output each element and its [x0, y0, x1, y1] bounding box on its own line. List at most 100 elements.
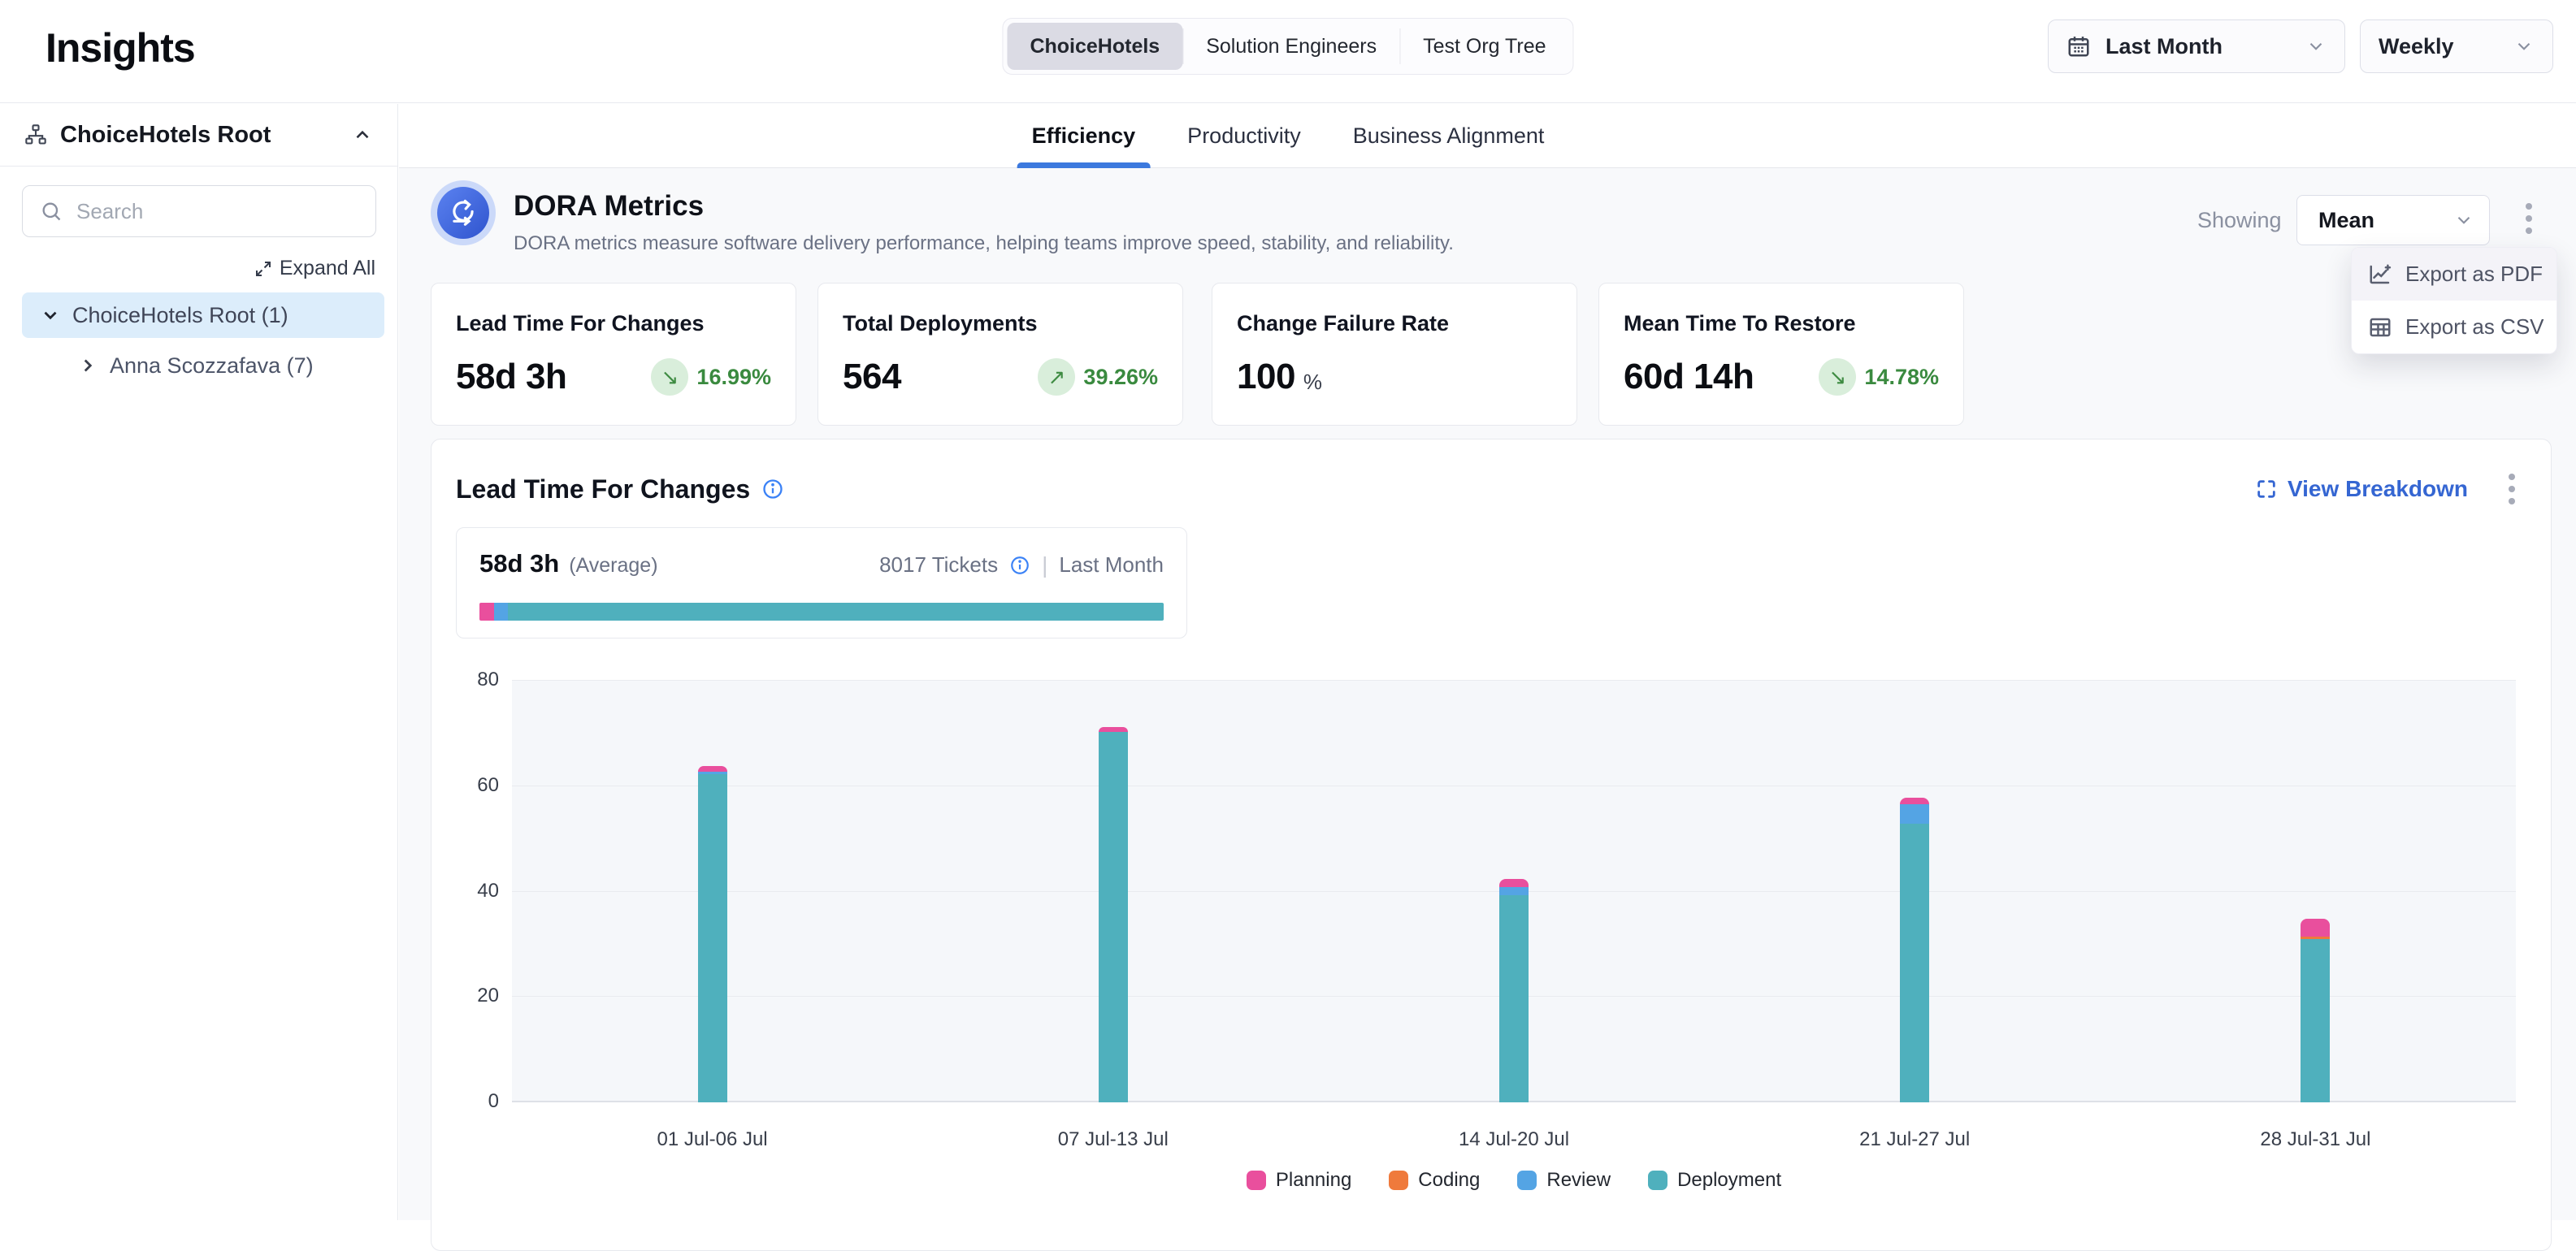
- info-icon[interactable]: [1009, 555, 1030, 576]
- dora-more-menu-button[interactable]: [2522, 200, 2535, 237]
- calendar-icon: [2066, 34, 2091, 58]
- chart-export-icon: [2368, 262, 2392, 287]
- page-title: Insights: [46, 24, 195, 71]
- trend-up-icon: ↗: [1038, 358, 1075, 396]
- org-tab-test-org-tree[interactable]: Test Org Tree: [1400, 23, 1568, 70]
- org-tab-choicehotels[interactable]: ChoiceHotels: [1007, 23, 1182, 70]
- date-range-select[interactable]: Last Month: [2048, 19, 2345, 73]
- bar-segment-deployment: [698, 774, 727, 1102]
- x-axis-tick-label: 21 Jul-27 Jul: [1859, 1128, 1970, 1151]
- stacked-bar-3[interactable]: [1499, 879, 1529, 1102]
- org-tab-solution-engineers[interactable]: Solution Engineers: [1183, 23, 1399, 70]
- iteration-cycle-icon: [448, 197, 479, 228]
- granularity-select[interactable]: Weekly: [2360, 19, 2553, 73]
- metric-value: 100: [1237, 357, 1295, 397]
- legend-swatch: [1517, 1171, 1537, 1190]
- metric-card-total-deployments: Total Deployments 564 ↗39.26%: [817, 283, 1183, 426]
- tree-item-label: ChoiceHotels Root (1): [72, 303, 288, 328]
- chevron-down-icon: [2513, 36, 2535, 57]
- bar-segment-deployment: [1499, 895, 1529, 1102]
- legend-label: Review: [1546, 1169, 1611, 1192]
- legend-item-deployment[interactable]: Deployment: [1648, 1169, 1781, 1192]
- table-icon: [2368, 315, 2392, 340]
- showing-mean-select[interactable]: Mean: [2296, 195, 2490, 245]
- tab-business-alignment[interactable]: Business Alignment: [1348, 104, 1550, 168]
- sidebar-header: ChoiceHotels Root: [0, 104, 397, 167]
- bar-segment-planning: [698, 766, 727, 772]
- expand-all-button[interactable]: Expand All: [254, 257, 375, 280]
- bar-segment-planning: [2301, 919, 2330, 937]
- expand-frame-icon: [2255, 478, 2278, 500]
- chevron-right-icon[interactable]: [77, 355, 98, 376]
- stacked-bar-2[interactable]: [1099, 727, 1128, 1102]
- metric-value: 60d 14h: [1624, 357, 1754, 397]
- bar-segment-planning: [1499, 879, 1529, 887]
- section-title: DORA Metrics: [514, 190, 704, 223]
- metric-title: Lead Time For Changes: [456, 311, 771, 336]
- chevron-down-icon[interactable]: [40, 305, 61, 326]
- tab-productivity[interactable]: Productivity: [1182, 104, 1306, 168]
- search-icon: [40, 200, 63, 223]
- metric-title: Total Deployments: [843, 311, 1158, 336]
- search-input[interactable]: [22, 185, 376, 237]
- legend-item-planning[interactable]: Planning: [1247, 1169, 1351, 1192]
- metric-tabbar: Efficiency Productivity Business Alignme…: [399, 104, 2576, 168]
- info-icon[interactable]: [761, 478, 784, 500]
- bar-segment-review: [1900, 804, 1929, 825]
- stacked-bar-5[interactable]: [2301, 919, 2330, 1102]
- tree-item-anna[interactable]: Anna Scozzafava (7): [22, 343, 384, 388]
- bar-segment-deployment: [1099, 732, 1128, 1102]
- summary-qualifier: (Average): [569, 554, 657, 578]
- chart-legend: Planning Coding Review Deployment: [512, 1169, 2516, 1192]
- summary-value: 58d 3h: [479, 549, 559, 578]
- export-csv-menu-item[interactable]: Export as CSV: [2352, 301, 2556, 353]
- lead-time-card: Lead Time For Changes View Breakdown 58d…: [431, 439, 2552, 1251]
- lead-time-more-menu-button[interactable]: [2505, 470, 2518, 508]
- tab-efficiency[interactable]: Efficiency: [1027, 104, 1141, 168]
- x-axis-tick-label: 14 Jul-20 Jul: [1459, 1128, 1569, 1151]
- trend-percent: 39.26%: [1083, 365, 1158, 390]
- metric-card-lead-time: Lead Time For Changes 58d 3h ↘16.99%: [431, 283, 796, 426]
- stacked-bar-4[interactable]: [1900, 798, 1929, 1102]
- metric-card-change-failure-rate: Change Failure Rate 100 %: [1212, 283, 1577, 426]
- lead-time-title: Lead Time For Changes: [456, 474, 750, 504]
- sidebar-root-label: ChoiceHotels Root: [60, 122, 352, 149]
- metric-card-mean-time-to-restore: Mean Time To Restore 60d 14h ↘14.78%: [1598, 283, 1964, 426]
- trend-down-icon: ↘: [651, 358, 688, 396]
- bar-segment-planning: [1900, 798, 1929, 804]
- legend-item-coding[interactable]: Coding: [1389, 1169, 1480, 1192]
- metric-title: Change Failure Rate: [1237, 311, 1552, 336]
- dora-metrics-icon: [431, 180, 496, 245]
- section-subtitle: DORA metrics measure software delivery p…: [514, 232, 1454, 255]
- legend-swatch: [1247, 1171, 1266, 1190]
- view-breakdown-button[interactable]: View Breakdown: [2255, 476, 2468, 502]
- showing-label: Showing: [2197, 208, 2282, 233]
- phase-segment-deployment: [508, 603, 1164, 621]
- trend-down-icon: ↘: [1819, 358, 1856, 396]
- legend-item-review[interactable]: Review: [1517, 1169, 1611, 1192]
- legend-label: Coding: [1418, 1169, 1480, 1192]
- summary-tickets: 8017 Tickets: [879, 552, 998, 578]
- export-pdf-menu-item[interactable]: Export as PDF: [2352, 248, 2556, 301]
- legend-label: Planning: [1276, 1169, 1351, 1192]
- date-range-value: Last Month: [2105, 34, 2305, 59]
- chevron-up-icon[interactable]: [352, 124, 373, 145]
- y-axis-tick-label: 20: [434, 985, 499, 1007]
- text-divider: |: [1042, 552, 1047, 578]
- x-axis-tick-label: 28 Jul-31 Jul: [2260, 1128, 2370, 1151]
- x-axis-tick-label: 07 Jul-13 Jul: [1058, 1128, 1169, 1151]
- bar-segment-deployment: [1900, 824, 1929, 1102]
- stacked-bar-1[interactable]: [698, 766, 727, 1102]
- sidebar-search: [22, 185, 376, 237]
- org-switcher: ChoiceHotels Solution Engineers Test Org…: [1002, 18, 1573, 75]
- x-axis-tick-label: 01 Jul-06 Jul: [657, 1128, 768, 1151]
- phase-distribution-bar: [479, 603, 1164, 621]
- chevron-down-icon: [2305, 36, 2327, 57]
- export-csv-label: Export as CSV: [2405, 314, 2544, 340]
- gridline-y80: [512, 680, 2516, 681]
- view-breakdown-label: View Breakdown: [2288, 476, 2468, 502]
- granularity-value: Weekly: [2379, 34, 2513, 59]
- chevron-down-icon: [2453, 210, 2474, 231]
- phase-segment-planning: [479, 603, 494, 621]
- tree-item-root[interactable]: ChoiceHotels Root (1): [22, 292, 384, 338]
